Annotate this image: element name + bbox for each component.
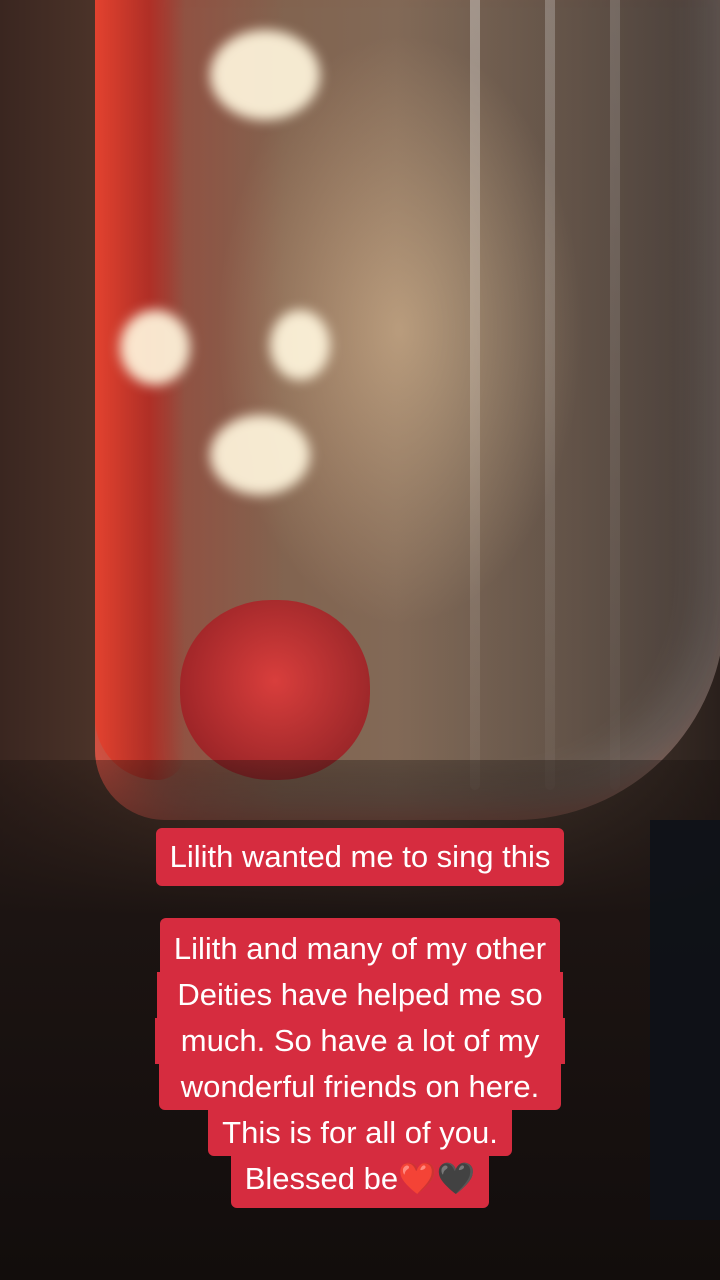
caption-line: wonderful friends on here. [0, 1064, 720, 1110]
red-candle-rim [95, 0, 185, 780]
red-wax-reflection [180, 600, 370, 780]
caption-line: Blessed be❤️🖤 [0, 1156, 720, 1208]
light-reflection [210, 30, 320, 120]
caption-line: Lilith and many of my other [0, 918, 720, 972]
caption-line: much. So have a lot of my [0, 1018, 720, 1064]
glass-ridge [470, 0, 480, 790]
caption-line: This is for all of you. [0, 1110, 720, 1156]
glass-ridge [610, 0, 620, 790]
light-reflection [270, 310, 330, 380]
caption-bottom: Lilith and many of my other Deities have… [0, 918, 720, 1208]
caption-top: Lilith wanted me to sing this [0, 828, 720, 886]
light-reflection [120, 310, 190, 385]
caption-line: Deities have helped me so [0, 972, 720, 1018]
light-reflection [210, 415, 310, 495]
glass-ridge [545, 0, 555, 790]
caption-text-top: Lilith wanted me to sing this [155, 828, 565, 886]
